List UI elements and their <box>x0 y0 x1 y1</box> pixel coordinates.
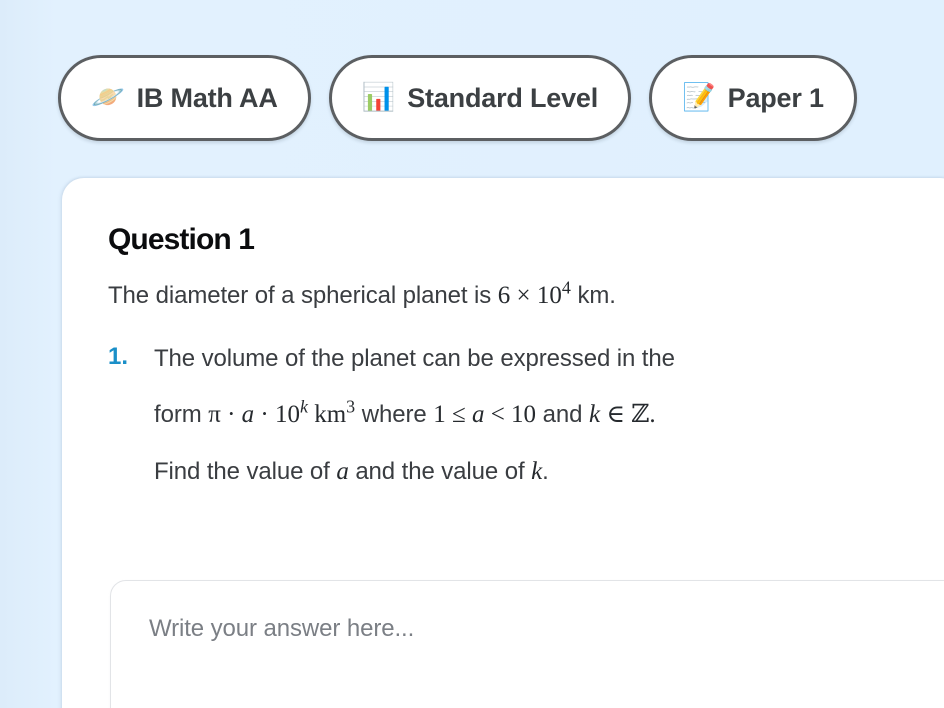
answer-input[interactable]: Write your answer here... <box>110 580 944 708</box>
power-base-ten: 10 <box>274 401 300 429</box>
element-of-symbol: ∈ <box>606 401 625 429</box>
unit-exponent-3: 3 <box>346 397 356 418</box>
answer-placeholder: Write your answer here... <box>149 615 415 642</box>
pill-level-label: Standard Level <box>407 82 599 113</box>
question-stem-unit: km. <box>577 282 616 309</box>
planet-icon: 🪐 <box>91 81 125 112</box>
part-line-3-middle: and the value of <box>355 458 525 486</box>
pill-paper[interactable]: 📝 Paper 1 <box>649 55 857 141</box>
part-line-2-period: . <box>649 401 656 429</box>
part-line-1-text: The volume of the planet can be expresse… <box>154 345 675 373</box>
lower-bound-one: 1 <box>433 401 446 429</box>
part-line-3: Find the value of a and the value of k. <box>154 453 922 492</box>
unit-km: km <box>314 401 347 429</box>
question-screen: 🪐 IB Math AA 📊 Standard Level 📝 Paper 1 … <box>0 0 944 708</box>
part-marker: 1. <box>108 343 129 371</box>
pill-subject-label: IB Math AA <box>136 82 278 113</box>
dot-operator-2: · <box>260 401 269 429</box>
part-line-2-and: and <box>542 401 583 429</box>
upper-bound-ten: 10 <box>511 401 537 429</box>
variable-a-inequality: a <box>471 401 485 429</box>
variable-k: k <box>588 401 601 429</box>
question-parts-list: 1. The volume of the planet can be expre… <box>108 340 922 492</box>
pill-subject[interactable]: 🪐 IB Math AA <box>58 55 311 141</box>
page-title: Question 1 <box>108 223 255 256</box>
question-part-1: 1. The volume of the planet can be expre… <box>108 340 922 492</box>
question-stem: The diameter of a spherical planet is 6 … <box>108 278 922 314</box>
stem-math-exponent: 4 <box>561 277 571 298</box>
part-line-3-lead: Find the value of <box>154 458 330 486</box>
stem-math-base: 6 × 104 <box>497 277 571 309</box>
bar-chart-icon: 📊 <box>361 81 396 112</box>
part-line-2-lead: form <box>154 401 202 429</box>
less-than-or-equal-symbol: ≤ <box>451 401 466 429</box>
pi-symbol: π <box>208 401 221 429</box>
dot-operator-1: · <box>227 401 236 429</box>
part-math-expression: π · a · 10k km3 <box>208 398 355 429</box>
pill-level[interactable]: 📊 Standard Level <box>328 55 632 141</box>
part-line-1: The volume of the planet can be expresse… <box>154 340 922 377</box>
part-line-3-period: . <box>542 458 549 486</box>
variable-k-find: k <box>531 458 543 486</box>
part-line-2-where: where <box>361 401 427 429</box>
part-line-2: form π · a · 10k km3 where 1 ≤ a < 10 an… <box>154 395 922 435</box>
pill-paper-label: Paper 1 <box>727 82 824 113</box>
context-pill-row: 🪐 IB Math AA 📊 Standard Level 📝 Paper 1 <box>58 55 857 141</box>
variable-a: a <box>241 401 255 429</box>
membership-expression: k ∈ ℤ. <box>588 399 656 429</box>
question-stem-text: The diameter of a spherical planet is <box>108 282 492 309</box>
memo-icon: 📝 <box>682 81 716 112</box>
exponent-k: k <box>299 397 308 418</box>
inequality-expression: 1 ≤ a < 10 <box>433 401 536 428</box>
variable-a-find: a <box>336 458 349 486</box>
less-than-symbol: < <box>490 401 505 429</box>
integer-set-symbol: ℤ <box>631 399 650 429</box>
